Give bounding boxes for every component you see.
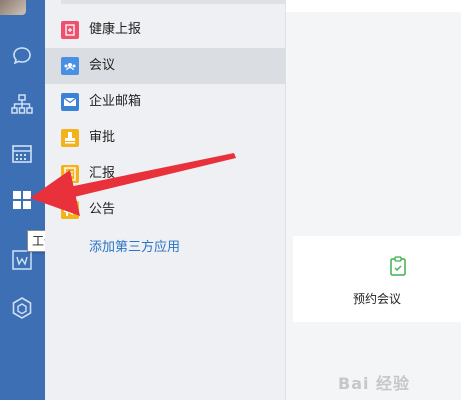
- app-label: 会议: [89, 58, 116, 73]
- app-item-report[interactable]: 汇报: [45, 156, 285, 192]
- grid-icon[interactable]: [10, 188, 34, 212]
- app-label: 审批: [89, 130, 116, 145]
- report-icon: [61, 165, 79, 183]
- app-list-panel: 健康上报 会议 企业邮箱 审批 汇报 公告 添加第三方应用: [45, 0, 287, 400]
- app-label: 汇报: [89, 166, 116, 181]
- app-item-announcement[interactable]: 公告: [45, 192, 285, 228]
- book-meeting-label: 预约会议: [352, 292, 401, 306]
- mail-icon: [61, 93, 79, 111]
- app-label: 企业邮箱: [89, 94, 142, 109]
- hexagon-icon[interactable]: [10, 296, 34, 320]
- detail-panel: 预约会议: [286, 0, 461, 400]
- search-strip: [61, 0, 287, 4]
- app-label: 健康上报: [89, 22, 142, 37]
- org-chart-icon[interactable]: [10, 92, 34, 116]
- avatar[interactable]: [0, 0, 26, 15]
- clipboard-icon: [389, 256, 407, 276]
- app-item-approval[interactable]: 审批: [45, 120, 285, 156]
- app-item-health-report[interactable]: 健康上报: [45, 12, 285, 48]
- app-item-meeting[interactable]: 会议: [45, 48, 285, 84]
- chat-bubble-icon[interactable]: [10, 44, 34, 68]
- app-item-mail[interactable]: 企业邮箱: [45, 84, 285, 120]
- calendar-icon[interactable]: [10, 142, 34, 166]
- left-sidebar: [0, 0, 45, 400]
- app-label: 公告: [89, 202, 116, 217]
- health-report-icon: [61, 21, 79, 39]
- announcement-icon: [61, 201, 79, 219]
- book-meeting-card[interactable]: 预约会议: [293, 236, 461, 322]
- add-third-party-app-link[interactable]: 添加第三方应用: [89, 236, 180, 255]
- approval-icon: [61, 129, 79, 147]
- meeting-icon: [61, 57, 79, 75]
- watermark: Bai 经验: [338, 374, 411, 393]
- header-area: [286, 0, 461, 12]
